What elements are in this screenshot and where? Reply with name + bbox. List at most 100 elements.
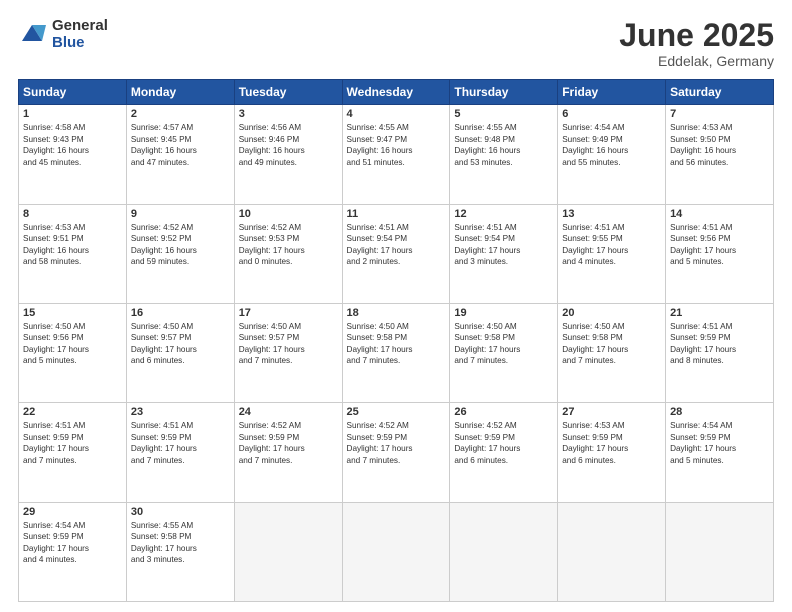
calendar-day-cell: 4 Sunrise: 4:55 AM Sunset: 9:47 PM Daylig… bbox=[342, 105, 450, 204]
day-info: Sunrise: 4:51 AM Sunset: 9:55 PM Dayligh… bbox=[562, 222, 661, 268]
calendar-day-cell: 27 Sunrise: 4:53 AM Sunset: 9:59 PM Dayli… bbox=[558, 403, 666, 502]
day-number: 11 bbox=[347, 208, 446, 220]
calendar-day-cell: 2 Sunrise: 4:57 AM Sunset: 9:45 PM Daylig… bbox=[126, 105, 234, 204]
day-info: Sunrise: 4:51 AM Sunset: 9:54 PM Dayligh… bbox=[347, 222, 446, 268]
day-info: Sunrise: 4:50 AM Sunset: 9:58 PM Dayligh… bbox=[347, 321, 446, 367]
day-info: Sunrise: 4:55 AM Sunset: 9:47 PM Dayligh… bbox=[347, 122, 446, 168]
day-info: Sunrise: 4:54 AM Sunset: 9:59 PM Dayligh… bbox=[23, 520, 122, 566]
day-info: Sunrise: 4:52 AM Sunset: 9:59 PM Dayligh… bbox=[454, 420, 553, 466]
day-number: 18 bbox=[347, 307, 446, 319]
day-info: Sunrise: 4:56 AM Sunset: 9:46 PM Dayligh… bbox=[239, 122, 338, 168]
day-info: Sunrise: 4:57 AM Sunset: 9:45 PM Dayligh… bbox=[131, 122, 230, 168]
logo-icon bbox=[18, 21, 46, 49]
calendar-day-cell: 6 Sunrise: 4:54 AM Sunset: 9:49 PM Daylig… bbox=[558, 105, 666, 204]
calendar-week-row: 8 Sunrise: 4:53 AM Sunset: 9:51 PM Daylig… bbox=[19, 204, 774, 303]
logo-general: General bbox=[52, 18, 108, 35]
calendar-day-cell: 3 Sunrise: 4:56 AM Sunset: 9:46 PM Daylig… bbox=[234, 105, 342, 204]
day-info: Sunrise: 4:58 AM Sunset: 9:43 PM Dayligh… bbox=[23, 122, 122, 168]
day-number: 29 bbox=[23, 506, 122, 518]
calendar-day-cell: 29 Sunrise: 4:54 AM Sunset: 9:59 PM Dayli… bbox=[19, 502, 127, 601]
day-number: 6 bbox=[562, 108, 661, 120]
day-info: Sunrise: 4:50 AM Sunset: 9:56 PM Dayligh… bbox=[23, 321, 122, 367]
calendar-day-cell: 1 Sunrise: 4:58 AM Sunset: 9:43 PM Daylig… bbox=[19, 105, 127, 204]
calendar-day-cell: 8 Sunrise: 4:53 AM Sunset: 9:51 PM Daylig… bbox=[19, 204, 127, 303]
logo-blue: Blue bbox=[52, 35, 108, 52]
calendar-day-cell bbox=[558, 502, 666, 601]
calendar-day-cell: 20Sunrise: 4:50 AM Sunset: 9:58 PM Dayli… bbox=[558, 303, 666, 402]
calendar-day-cell: 10Sunrise: 4:52 AM Sunset: 9:53 PM Dayli… bbox=[234, 204, 342, 303]
calendar-week-row: 29 Sunrise: 4:54 AM Sunset: 9:59 PM Dayli… bbox=[19, 502, 774, 601]
day-info: Sunrise: 4:51 AM Sunset: 9:59 PM Dayligh… bbox=[131, 420, 230, 466]
calendar-day-cell bbox=[342, 502, 450, 601]
day-info: Sunrise: 4:52 AM Sunset: 9:52 PM Dayligh… bbox=[131, 222, 230, 268]
calendar-day-cell: 25Sunrise: 4:52 AM Sunset: 9:59 PM Dayli… bbox=[342, 403, 450, 502]
day-number: 2 bbox=[131, 108, 230, 120]
calendar-day-cell: 7 Sunrise: 4:53 AM Sunset: 9:50 PM Daylig… bbox=[666, 105, 774, 204]
calendar-day-cell: 15 Sunrise: 4:50 AM Sunset: 9:56 PM Dayli… bbox=[19, 303, 127, 402]
calendar-week-row: 15 Sunrise: 4:50 AM Sunset: 9:56 PM Dayli… bbox=[19, 303, 774, 402]
day-number: 3 bbox=[239, 108, 338, 120]
day-number: 8 bbox=[23, 208, 122, 220]
day-number: 25 bbox=[347, 406, 446, 418]
day-number: 13 bbox=[562, 208, 661, 220]
calendar-day-cell: 16Sunrise: 4:50 AM Sunset: 9:57 PM Dayli… bbox=[126, 303, 234, 402]
calendar-day-cell: 17 Sunrise: 4:50 AM Sunset: 9:57 PM Dayli… bbox=[234, 303, 342, 402]
weekday-header-cell: Monday bbox=[126, 80, 234, 105]
calendar-day-cell bbox=[666, 502, 774, 601]
calendar-day-cell: 22 Sunrise: 4:51 AM Sunset: 9:59 PM Dayli… bbox=[19, 403, 127, 502]
day-number: 1 bbox=[23, 108, 122, 120]
day-info: Sunrise: 4:50 AM Sunset: 9:58 PM Dayligh… bbox=[454, 321, 553, 367]
day-number: 16 bbox=[131, 307, 230, 319]
calendar-day-cell: 12Sunrise: 4:51 AM Sunset: 9:54 PM Dayli… bbox=[450, 204, 558, 303]
weekday-header-cell: Friday bbox=[558, 80, 666, 105]
day-info: Sunrise: 4:51 AM Sunset: 9:59 PM Dayligh… bbox=[670, 321, 769, 367]
day-info: Sunrise: 4:50 AM Sunset: 9:57 PM Dayligh… bbox=[239, 321, 338, 367]
calendar-day-cell: 21 Sunrise: 4:51 AM Sunset: 9:59 PM Dayli… bbox=[666, 303, 774, 402]
logo-text: General Blue bbox=[52, 18, 108, 51]
calendar-day-cell: 5 Sunrise: 4:55 AM Sunset: 9:48 PM Daylig… bbox=[450, 105, 558, 204]
calendar-day-cell: 28Sunrise: 4:54 AM Sunset: 9:59 PM Dayli… bbox=[666, 403, 774, 502]
weekday-header-cell: Thursday bbox=[450, 80, 558, 105]
calendar-table: SundayMondayTuesdayWednesdayThursdayFrid… bbox=[18, 79, 774, 602]
calendar-day-cell: 19 Sunrise: 4:50 AM Sunset: 9:58 PM Dayli… bbox=[450, 303, 558, 402]
calendar-day-cell: 14Sunrise: 4:51 AM Sunset: 9:56 PM Dayli… bbox=[666, 204, 774, 303]
day-info: Sunrise: 4:51 AM Sunset: 9:56 PM Dayligh… bbox=[670, 222, 769, 268]
day-number: 15 bbox=[23, 307, 122, 319]
title-month: June 2025 bbox=[619, 18, 774, 53]
day-number: 17 bbox=[239, 307, 338, 319]
calendar-day-cell: 11 Sunrise: 4:51 AM Sunset: 9:54 PM Dayli… bbox=[342, 204, 450, 303]
calendar-day-cell: 24Sunrise: 4:52 AM Sunset: 9:59 PM Dayli… bbox=[234, 403, 342, 502]
day-number: 19 bbox=[454, 307, 553, 319]
weekday-header-cell: Tuesday bbox=[234, 80, 342, 105]
day-number: 30 bbox=[131, 506, 230, 518]
day-info: Sunrise: 4:54 AM Sunset: 9:49 PM Dayligh… bbox=[562, 122, 661, 168]
header: General Blue June 2025 Eddelak, Germany bbox=[18, 18, 774, 69]
day-number: 27 bbox=[562, 406, 661, 418]
day-number: 20 bbox=[562, 307, 661, 319]
day-number: 26 bbox=[454, 406, 553, 418]
day-info: Sunrise: 4:53 AM Sunset: 9:59 PM Dayligh… bbox=[562, 420, 661, 466]
day-info: Sunrise: 4:53 AM Sunset: 9:50 PM Dayligh… bbox=[670, 122, 769, 168]
day-number: 22 bbox=[23, 406, 122, 418]
calendar-body: 1 Sunrise: 4:58 AM Sunset: 9:43 PM Daylig… bbox=[19, 105, 774, 602]
calendar-day-cell: 30Sunrise: 4:55 AM Sunset: 9:58 PM Dayli… bbox=[126, 502, 234, 601]
day-number: 4 bbox=[347, 108, 446, 120]
day-info: Sunrise: 4:51 AM Sunset: 9:59 PM Dayligh… bbox=[23, 420, 122, 466]
day-info: Sunrise: 4:54 AM Sunset: 9:59 PM Dayligh… bbox=[670, 420, 769, 466]
title-block: June 2025 Eddelak, Germany bbox=[619, 18, 774, 69]
weekday-header-row: SundayMondayTuesdayWednesdayThursdayFrid… bbox=[19, 80, 774, 105]
day-number: 9 bbox=[131, 208, 230, 220]
weekday-header-cell: Wednesday bbox=[342, 80, 450, 105]
day-info: Sunrise: 4:53 AM Sunset: 9:51 PM Dayligh… bbox=[23, 222, 122, 268]
title-location: Eddelak, Germany bbox=[619, 53, 774, 69]
weekday-header-cell: Sunday bbox=[19, 80, 127, 105]
day-number: 23 bbox=[131, 406, 230, 418]
calendar-day-cell: 26 Sunrise: 4:52 AM Sunset: 9:59 PM Dayli… bbox=[450, 403, 558, 502]
day-number: 5 bbox=[454, 108, 553, 120]
day-info: Sunrise: 4:55 AM Sunset: 9:48 PM Dayligh… bbox=[454, 122, 553, 168]
day-number: 21 bbox=[670, 307, 769, 319]
day-number: 7 bbox=[670, 108, 769, 120]
logo: General Blue bbox=[18, 18, 108, 51]
calendar-week-row: 22 Sunrise: 4:51 AM Sunset: 9:59 PM Dayli… bbox=[19, 403, 774, 502]
calendar-day-cell: 9 Sunrise: 4:52 AM Sunset: 9:52 PM Daylig… bbox=[126, 204, 234, 303]
